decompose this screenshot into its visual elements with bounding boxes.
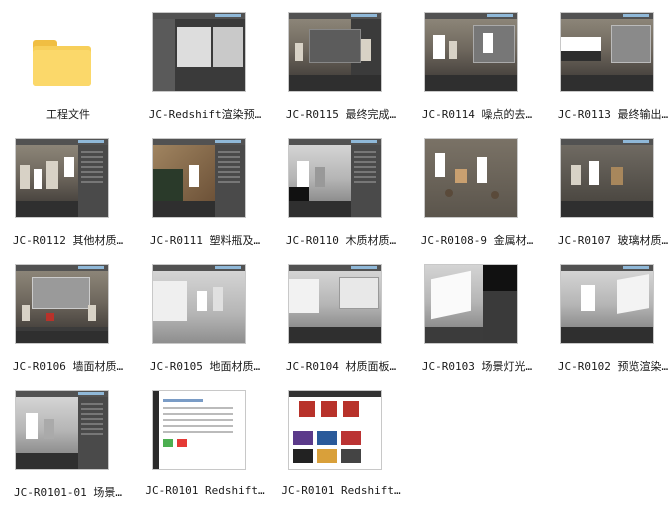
file-item[interactable]: JC-R0106 墙面材质… (0, 264, 136, 388)
file-item[interactable]: JC-R0115 最终完成… (273, 12, 409, 136)
file-name: JC-R0107 玻璃材质… (557, 234, 669, 247)
file-item-folder[interactable]: 工程文件 (0, 12, 136, 136)
thumbnail-image (560, 138, 654, 218)
file-item[interactable]: JC-R0111 塑料瓶及… (137, 138, 273, 262)
file-name: JC-R0111 塑料瓶及… (149, 234, 261, 247)
file-name: JC-R0105 地面材质… (149, 360, 261, 373)
thumbnail-image (560, 12, 654, 92)
thumbnail-image (152, 390, 246, 470)
file-name: JC-R0106 墙面材质… (12, 360, 124, 373)
file-name: JC-R0103 场景灯光… (421, 360, 533, 373)
file-name: JC-R0112 其他材质… (12, 234, 124, 247)
file-item[interactable]: JC-R0107 玻璃材质… (545, 138, 671, 262)
thumbnail-image (424, 12, 518, 92)
file-name: JC-R0108-9 金属材… (420, 234, 534, 247)
file-name: JC-R0115 最终完成… (285, 108, 397, 121)
file-name: JC-R0110 木质材质… (285, 234, 397, 247)
thumbnail-image (15, 264, 109, 344)
file-name: JC-R0101-01 场景… (13, 486, 123, 499)
file-item[interactable]: JC-R0114 噪点的去… (409, 12, 545, 136)
file-name: JC-R0102 预览渲染… (557, 360, 669, 373)
file-name: JC-R0114 噪点的去… (421, 108, 533, 121)
thumbnail-image (152, 264, 246, 344)
file-item[interactable]: JC-R0101 Redshift… (137, 390, 273, 514)
file-item[interactable]: JC-R0112 其他材质… (0, 138, 136, 262)
file-name: 工程文件 (46, 108, 90, 121)
thumbnail-image (15, 138, 109, 218)
thumbnail-image (288, 390, 382, 470)
file-name: JC-R0104 材质面板… (285, 360, 397, 373)
thumbnail-image (424, 138, 518, 218)
file-item[interactable]: JC-R0101-01 场景… (0, 390, 136, 514)
thumbnail-image (152, 138, 246, 218)
thumbnail-image (288, 12, 382, 92)
thumbnail-image (15, 390, 109, 470)
file-item[interactable]: JC-R0103 场景灯光… (409, 264, 545, 388)
file-item[interactable]: JC-R0110 木质材质… (273, 138, 409, 262)
file-item[interactable]: JC-Redshift渲染预… (137, 12, 273, 136)
file-name: JC-R0113 最终输出… (557, 108, 669, 121)
thumbnail-image (288, 264, 382, 344)
thumbnail-image (424, 264, 518, 344)
file-item[interactable]: JC-R0101 Redshift… (273, 390, 409, 514)
file-name: JC-Redshift渲染预… (148, 108, 262, 121)
file-item[interactable]: JC-R0102 预览渲染… (545, 264, 671, 388)
thumbnail-image (152, 12, 246, 92)
file-item[interactable]: JC-R0113 最终输出… (545, 12, 671, 136)
file-item[interactable]: JC-R0104 材质面板… (273, 264, 409, 388)
thumbnail-image (288, 138, 382, 218)
file-item[interactable]: JC-R0108-9 金属材… (409, 138, 545, 262)
file-item[interactable]: JC-R0105 地面材质… (137, 264, 273, 388)
thumbnail-image (560, 264, 654, 344)
